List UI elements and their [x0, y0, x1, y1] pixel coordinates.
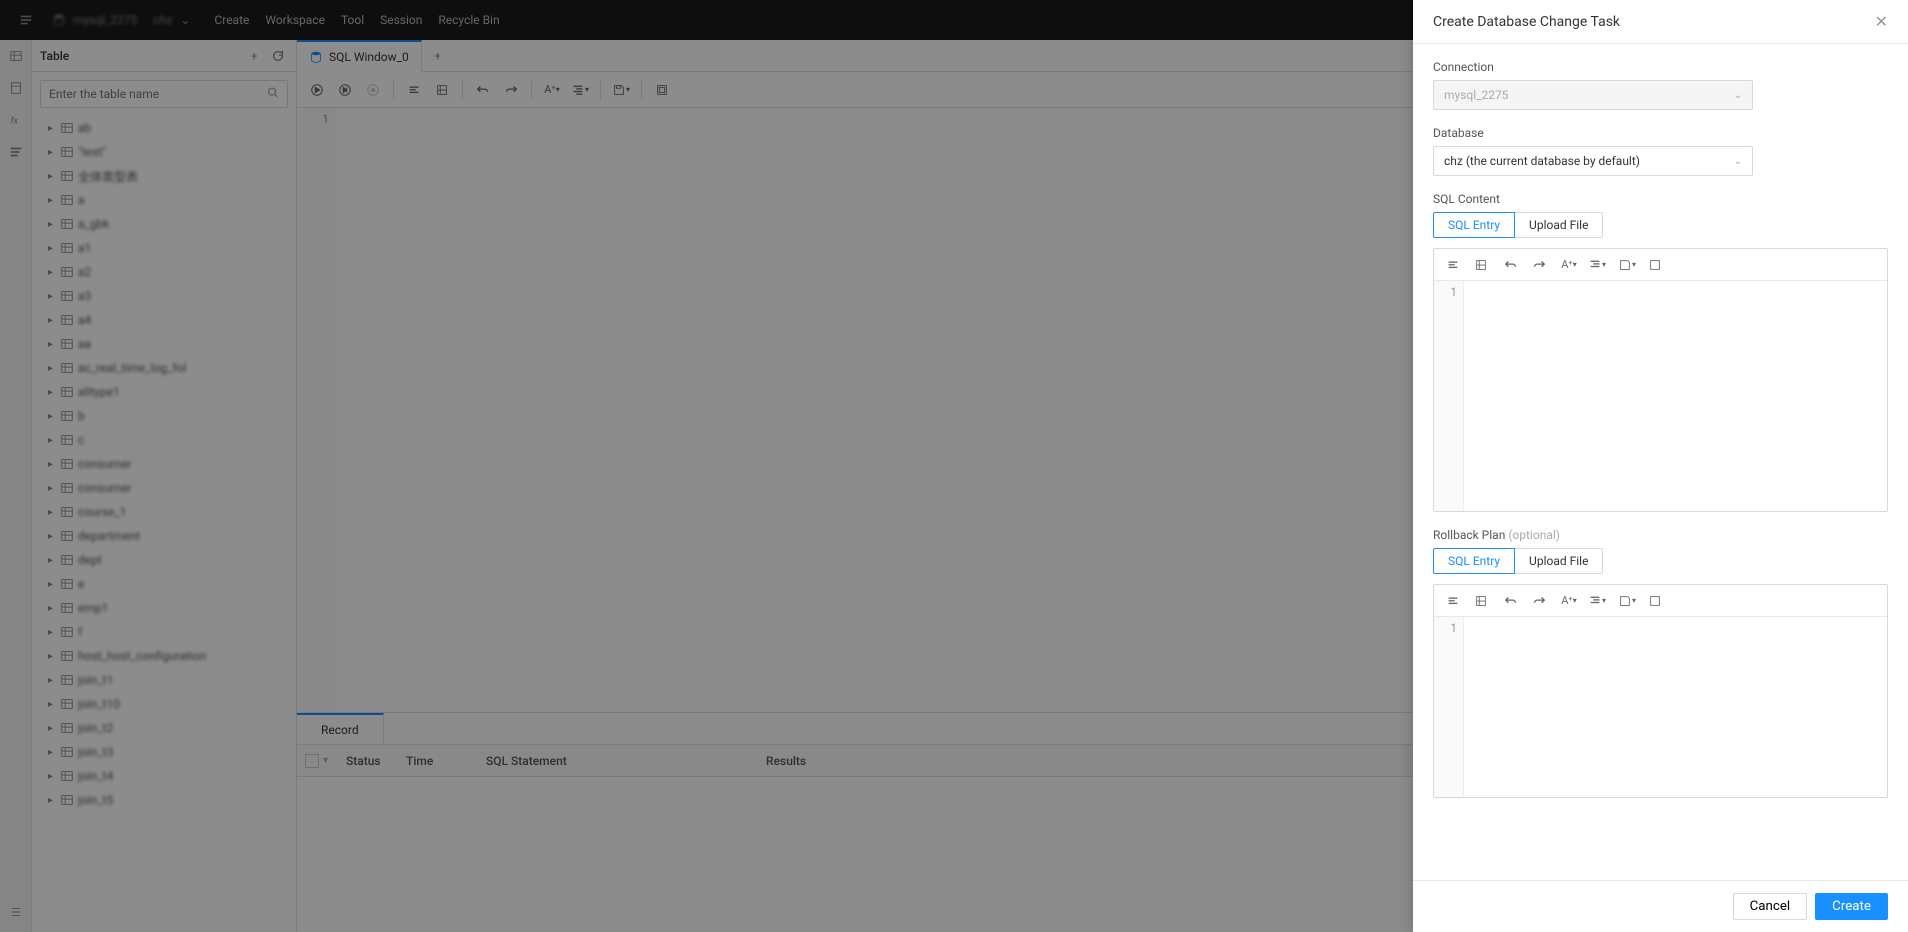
database-select[interactable]: chz (the current database by default) ⌄ — [1433, 146, 1753, 176]
redo-icon[interactable] — [1526, 589, 1552, 613]
connection-select: mysql_2275 ⌄ — [1433, 80, 1753, 110]
connection-label: Connection — [1433, 60, 1888, 74]
redo-icon[interactable] — [1526, 253, 1552, 277]
plan-icon[interactable] — [1468, 253, 1494, 277]
rollback-editor: A⁺▾ ▾ ▾ 1 — [1433, 584, 1888, 798]
drawer-header: Create Database Change Task ✕ — [1413, 0, 1908, 44]
radio-sql-entry[interactable]: SQL Entry — [1433, 212, 1515, 238]
sql-content-editor: A⁺▾ ▾ ▾ 1 — [1433, 248, 1888, 512]
create-button[interactable]: Create — [1815, 893, 1888, 920]
format-icon[interactable] — [1440, 589, 1466, 613]
database-label: Database — [1433, 126, 1888, 140]
sql-content-textarea[interactable] — [1464, 281, 1887, 511]
expand-icon[interactable] — [1642, 589, 1668, 613]
save-icon[interactable]: ▾ — [1614, 253, 1640, 277]
radio-rollback-upload[interactable]: Upload File — [1514, 548, 1603, 574]
font-icon[interactable]: A⁺▾ — [1556, 589, 1582, 613]
sql-content-radio: SQL Entry Upload File — [1433, 212, 1888, 238]
cancel-button[interactable]: Cancel — [1733, 893, 1808, 920]
create-task-drawer: Create Database Change Task ✕ Connection… — [1413, 0, 1908, 932]
drawer-footer: Cancel Create — [1413, 880, 1908, 932]
plan-icon[interactable] — [1468, 589, 1494, 613]
rollback-textarea[interactable] — [1464, 617, 1887, 797]
drawer-title: Create Database Change Task — [1433, 14, 1875, 30]
chevron-down-icon[interactable]: ⌄ — [1734, 156, 1742, 167]
drawer-body: Connection mysql_2275 ⌄ Database chz (th… — [1413, 44, 1908, 880]
editor-gutter: 1 — [1434, 617, 1464, 797]
format-icon[interactable] — [1440, 253, 1466, 277]
chevron-down-icon: ⌄ — [1734, 90, 1742, 101]
undo-icon[interactable] — [1498, 589, 1524, 613]
modal-mask[interactable] — [0, 0, 1413, 932]
rollback-radio: SQL Entry Upload File — [1433, 548, 1888, 574]
sql-content-label: SQL Content — [1433, 192, 1888, 206]
radio-rollback-sql[interactable]: SQL Entry — [1433, 548, 1515, 574]
save-icon[interactable]: ▾ — [1614, 589, 1640, 613]
indent-icon[interactable]: ▾ — [1584, 253, 1610, 277]
font-icon[interactable]: A⁺▾ — [1556, 253, 1582, 277]
undo-icon[interactable] — [1498, 253, 1524, 277]
indent-icon[interactable]: ▾ — [1584, 589, 1610, 613]
expand-icon[interactable] — [1642, 253, 1668, 277]
radio-upload-file[interactable]: Upload File — [1514, 212, 1603, 238]
rollback-label: Rollback Plan (optional) — [1433, 528, 1888, 542]
close-icon[interactable]: ✕ — [1875, 12, 1888, 31]
editor-gutter: 1 — [1434, 281, 1464, 511]
